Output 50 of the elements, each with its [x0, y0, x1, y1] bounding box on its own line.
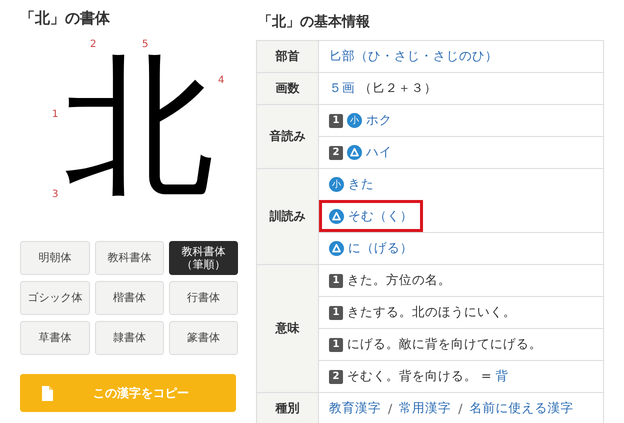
- cell-text: そむく。背を向ける。 =: [347, 368, 492, 385]
- cell-text: /: [388, 401, 392, 416]
- link[interactable]: に（げる）: [348, 240, 413, 257]
- cell-text: きたする。北のほうにいく。: [347, 304, 516, 321]
- link[interactable]: 教育漢字: [329, 400, 381, 417]
- stroke-number: 4: [218, 75, 224, 86]
- number-badge: 1: [329, 338, 343, 352]
- row-header: 画数: [257, 73, 319, 104]
- link[interactable]: 背: [495, 368, 508, 385]
- grade-badge: 小: [329, 177, 344, 192]
- row-header: 意味: [257, 265, 319, 392]
- cell-text: /: [458, 401, 462, 416]
- number-badge: 1: [329, 306, 343, 320]
- link[interactable]: ハイ: [366, 144, 392, 161]
- section-title: 「北」の書体: [20, 9, 111, 29]
- stroke-number: 1: [52, 109, 58, 120]
- link[interactable]: ５画: [329, 80, 355, 97]
- cell-text: きた。方位の名。: [347, 272, 451, 289]
- link[interactable]: きた: [348, 176, 374, 193]
- font-style-button[interactable]: 隷書体: [95, 321, 164, 355]
- font-style-button[interactable]: 教科書体: [95, 241, 164, 275]
- kanji-character: 北: [64, 53, 214, 203]
- stroke-number: 3: [52, 189, 58, 200]
- number-badge: 2: [329, 146, 343, 160]
- row-header: 訓読み: [257, 169, 319, 264]
- number-badge: 1: [329, 274, 343, 288]
- link[interactable]: ホク: [366, 112, 392, 129]
- stroke-number: 5: [142, 39, 148, 50]
- link[interactable]: 常用漢字: [399, 400, 452, 417]
- font-style-button[interactable]: 明朝体: [20, 241, 90, 275]
- number-badge: 1: [329, 114, 343, 128]
- font-style-button[interactable]: 行書体: [169, 281, 238, 315]
- document-icon: [42, 386, 53, 400]
- link[interactable]: 匕部（ひ・さじ・さじのひ）: [329, 48, 498, 65]
- link[interactable]: そむ（く）: [348, 208, 413, 225]
- row-header: 音読み: [257, 105, 319, 168]
- link[interactable]: 名前に使える漢字: [469, 400, 574, 417]
- font-style-button[interactable]: 教科書体（筆順）: [169, 241, 238, 275]
- font-style-button[interactable]: 篆書体: [169, 321, 238, 355]
- stroke-number: 2: [90, 39, 96, 50]
- number-badge: 2: [329, 370, 343, 384]
- grade-badge: 小: [347, 113, 362, 128]
- section-title: 「北」の基本情報: [258, 13, 371, 31]
- row-header: 種別: [257, 393, 319, 423]
- cell-text: （匕２＋３）: [359, 80, 437, 97]
- font-style-button[interactable]: 楷書体: [95, 281, 164, 315]
- font-style-button[interactable]: 草書体: [20, 321, 90, 355]
- font-style-button[interactable]: ゴシック体: [20, 281, 90, 315]
- cell-text: にげる。敵に背を向けてにげる。: [347, 336, 542, 353]
- row-header: 部首: [257, 41, 319, 72]
